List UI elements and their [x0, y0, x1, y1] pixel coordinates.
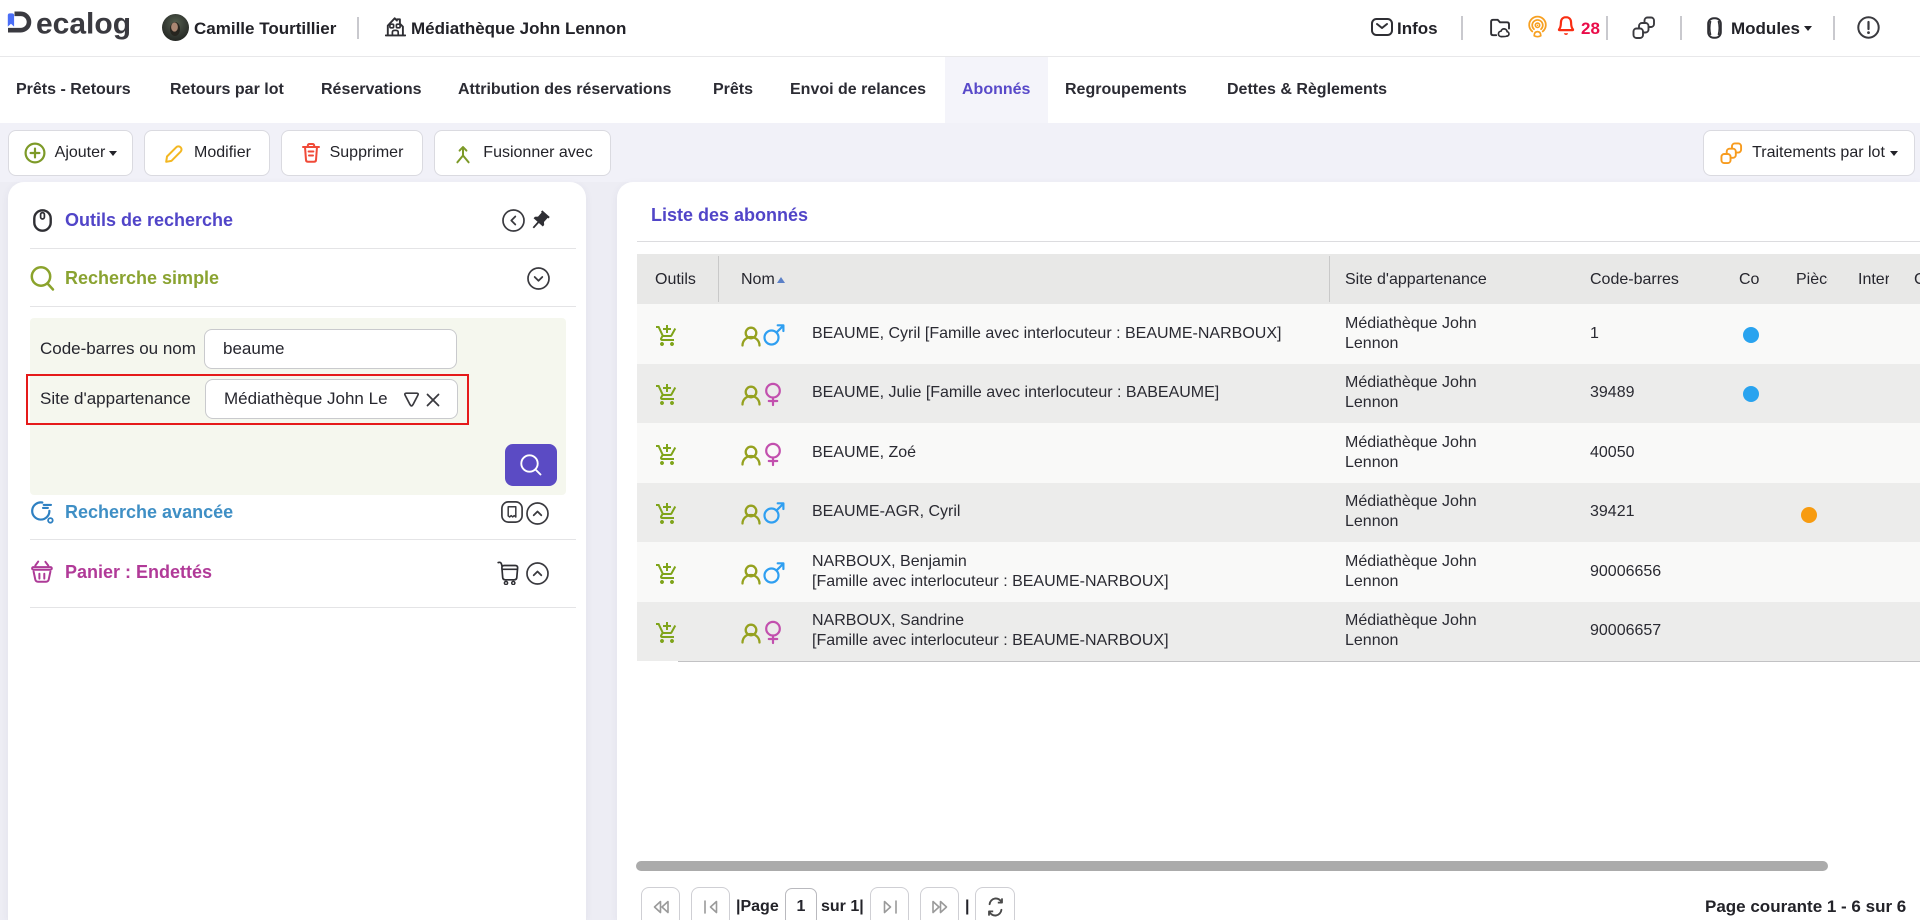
svg-text:ecalog: ecalog	[36, 8, 131, 41]
